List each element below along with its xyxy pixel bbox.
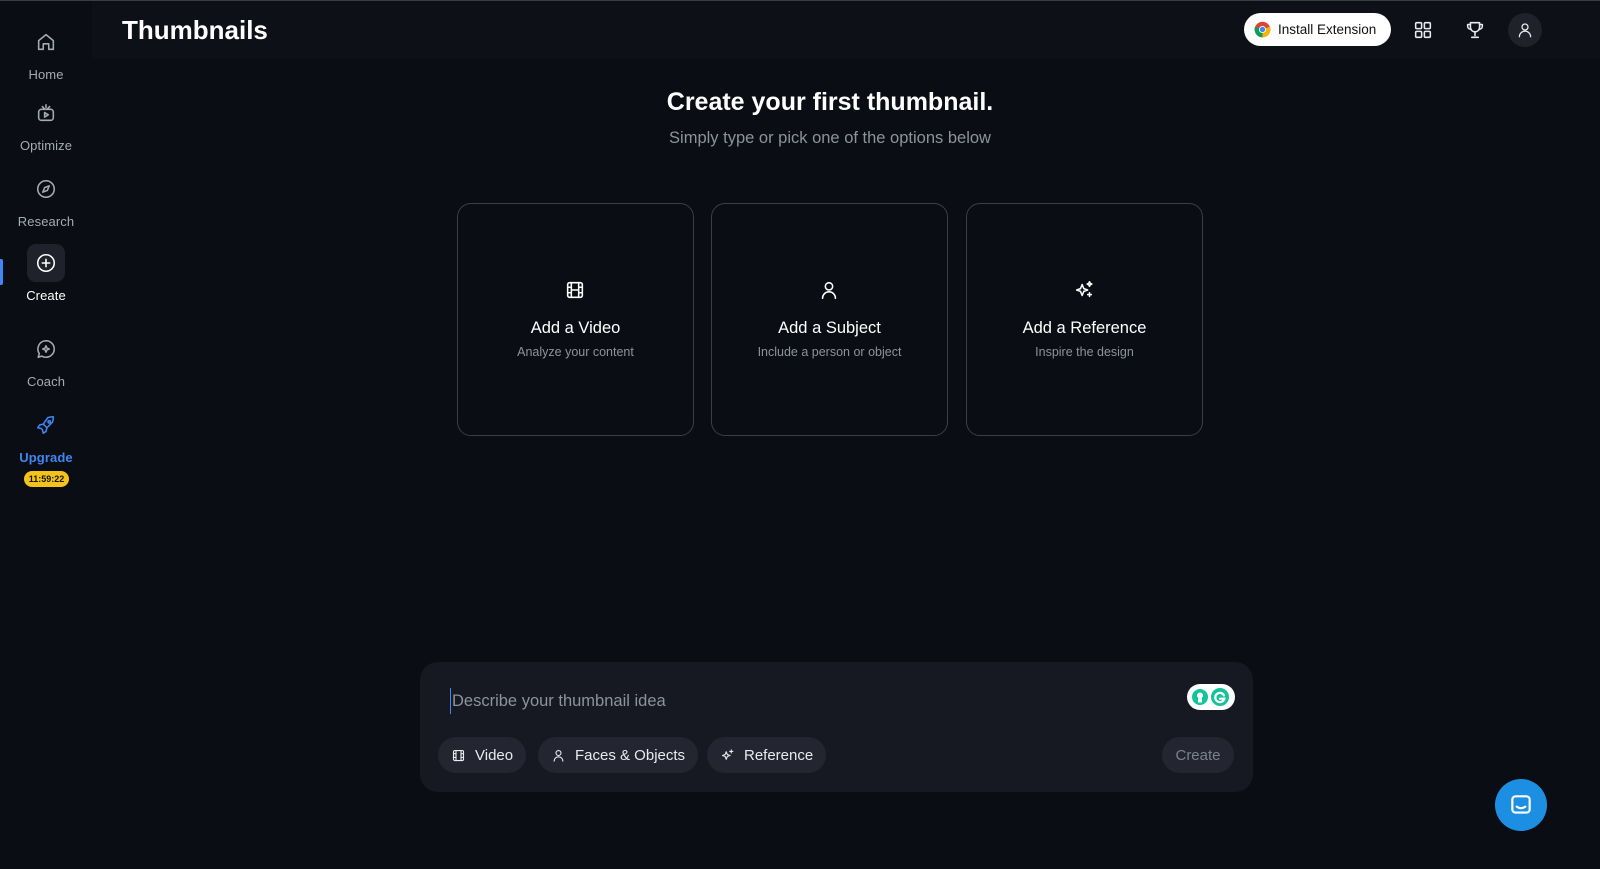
film-icon [452,749,465,761]
plus-circle-icon [27,244,65,282]
chat-sparkle-icon [27,330,65,368]
install-extension-button[interactable]: Install Extension [1244,13,1391,46]
prompt-composer: Video Faces & Objects Reference Create [420,662,1253,792]
prompt-input[interactable] [450,688,1150,714]
chip-label: Faces & Objects [575,746,686,764]
user-icon[interactable] [1508,13,1542,47]
sidebar-item-label: Upgrade [19,450,73,465]
compass-icon [27,170,65,208]
create-button[interactable]: Create [1162,737,1234,773]
sidebar-item-label: Coach [26,374,66,389]
sidebar-item-create[interactable]: Create [0,244,92,314]
support-chat-button[interactable] [1495,779,1547,831]
sidebar-item-label: Create [26,288,66,303]
sidebar-item-home[interactable]: Home [0,23,92,93]
chip-label: Video [475,746,514,764]
chrome-icon [1254,21,1271,38]
person-icon [818,279,842,303]
card-subtitle: Inspire the design [1035,345,1134,359]
video-chip[interactable]: Video [438,737,527,773]
sidebar-item-research[interactable]: Research [0,170,92,240]
chip-label: Reference [744,746,814,764]
home-icon [27,23,65,61]
add-subject-card[interactable]: Add a Subject Include a person or object [711,203,948,436]
top-header: Thumbnails Install Extension [92,1,1600,59]
grid-icon[interactable] [1406,13,1440,47]
film-icon [564,279,588,303]
sidebar-item-label: Research [17,214,75,229]
hero-subtitle: Simply type or pick one of the options b… [669,129,991,147]
person-icon [553,749,564,762]
grammarly-icon[interactable] [1187,684,1235,710]
sidebar-item-coach[interactable]: Coach [0,330,92,400]
trophy-icon[interactable] [1458,13,1492,47]
chat-icon [1511,795,1531,814]
add-reference-card[interactable]: Add a Reference Inspire the design [966,203,1203,436]
card-title: Add a Reference [1022,319,1147,337]
rocket-icon [27,406,65,444]
hero-title: Create your first thumbnail. [666,88,994,116]
reference-chip[interactable]: Reference [707,737,827,773]
add-video-card[interactable]: Add a Video Analyze your content [457,203,694,436]
page-title: Thumbnails [122,15,268,45]
upgrade-timer-badge: 11:59:22 [24,471,69,487]
sparkles-icon [721,748,734,760]
card-title: Add a Video [530,319,621,337]
sparkles-icon [1073,279,1097,303]
sidebar-item-upgrade[interactable]: Upgrade [0,406,92,476]
faces-objects-chip[interactable]: Faces & Objects [538,737,699,773]
card-subtitle: Include a person or object [757,345,902,359]
sidebar-item-label: Home [28,67,64,82]
card-subtitle: Analyze your content [517,345,634,359]
card-title: Add a Subject [778,319,881,337]
install-extension-label: Install Extension [1278,22,1377,37]
